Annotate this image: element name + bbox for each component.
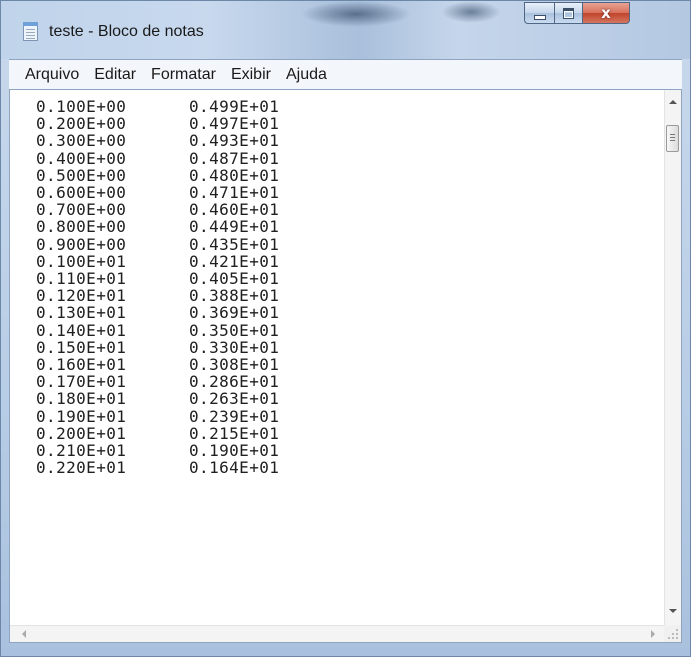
menu-item-formatar[interactable]: Formatar [151, 66, 216, 84]
grip-icon [670, 134, 675, 135]
x-value: 0.210E+01 [36, 441, 127, 460]
y-value: 0.286E+01 [189, 372, 280, 392]
text-line: 0.210E+01 0.190E+01 [36, 441, 279, 460]
x-value: 0.190E+01 [36, 406, 127, 426]
menu-item-editar[interactable]: Editar [94, 66, 136, 84]
y-value: 0.308E+01 [189, 355, 280, 374]
vertical-scrollbar[interactable] [664, 90, 681, 625]
x-value: 0.800E+00 [36, 217, 127, 237]
text-line: 0.140E+01 0.350E+01 [36, 320, 279, 340]
menu-item-exibir[interactable]: Exibir [231, 66, 271, 84]
text-line: 0.170E+01 0.286E+01 [36, 372, 279, 392]
text-line: 0.220E+01 0.164E+01 [36, 458, 279, 478]
y-value: 0.330E+01 [189, 337, 280, 357]
text-area[interactable]: 0.100E+00 0.499E+01 0.200E+00 0.497E+01 0.30… [10, 90, 665, 625]
y-value: 0.215E+01 [189, 423, 280, 443]
y-value: 0.499E+01 [189, 97, 280, 116]
menu-bar: Arquivo Editar Formatar Exibir Ajuda [9, 59, 682, 89]
notepad-icon[interactable] [23, 22, 38, 41]
x-value: 0.150E+01 [36, 337, 127, 357]
x-value: 0.200E+00 [36, 114, 127, 134]
x-value: 0.180E+01 [36, 389, 127, 409]
close-button[interactable]: x [582, 2, 630, 24]
title-bar-glow [441, 1, 501, 23]
resize-corner[interactable] [664, 625, 681, 642]
y-value: 0.493E+01 [189, 131, 280, 151]
text-line: 0.120E+01 0.388E+01 [36, 286, 279, 306]
y-value: 0.239E+01 [189, 406, 280, 426]
menu-item-arquivo[interactable]: Arquivo [25, 66, 79, 84]
text-line: 0.800E+00 0.449E+01 [36, 217, 279, 237]
y-value: 0.435E+01 [189, 234, 280, 254]
menu-item-ajuda[interactable]: Ajuda [286, 66, 327, 84]
x-value: 0.160E+01 [36, 355, 127, 374]
y-value: 0.421E+01 [189, 251, 280, 271]
horizontal-scrollbar[interactable] [10, 625, 665, 642]
resize-grip-icon [676, 637, 678, 639]
text-line: 0.100E+00 0.499E+01 [36, 97, 279, 116]
scroll-right-icon[interactable] [651, 630, 655, 638]
maximize-button[interactable] [554, 2, 583, 24]
y-value: 0.405E+01 [189, 269, 280, 288]
text-editor[interactable]: 0.100E+00 0.499E+01 0.200E+00 0.497E+01 0.30… [9, 89, 682, 643]
title-bar-glow [301, 1, 411, 27]
x-value: 0.900E+00 [36, 234, 127, 254]
maximize-icon [563, 7, 574, 19]
x-value: 0.170E+01 [36, 372, 127, 392]
scroll-thumb[interactable] [666, 125, 679, 152]
text-line: 0.110E+01 0.405E+01 [36, 269, 279, 288]
window-title: teste - Bloco de notas [49, 23, 204, 40]
y-value: 0.480E+01 [189, 165, 280, 185]
close-icon: x [601, 3, 611, 22]
y-value: 0.369E+01 [189, 303, 280, 323]
x-value: 0.200E+01 [36, 423, 127, 443]
text-line: 0.200E+00 0.497E+01 [36, 114, 279, 134]
y-value: 0.460E+01 [189, 200, 280, 220]
y-value: 0.487E+01 [189, 148, 280, 168]
scroll-left-icon[interactable] [22, 630, 26, 638]
scroll-down-icon[interactable] [669, 609, 677, 613]
text-line: 0.200E+01 0.215E+01 [36, 423, 279, 443]
x-value: 0.500E+00 [36, 165, 127, 185]
x-value: 0.100E+00 [36, 97, 127, 116]
x-value: 0.600E+00 [36, 183, 127, 202]
text-line: 0.300E+00 0.493E+01 [36, 131, 279, 151]
text-line: 0.600E+00 0.471E+01 [36, 183, 279, 202]
y-value: 0.471E+01 [189, 183, 280, 202]
y-value: 0.164E+01 [189, 458, 280, 478]
x-value: 0.220E+01 [36, 458, 127, 478]
x-value: 0.100E+01 [36, 251, 127, 271]
y-value: 0.388E+01 [189, 286, 280, 306]
y-value: 0.263E+01 [189, 389, 280, 409]
text-line: 0.900E+00 0.435E+01 [36, 234, 279, 254]
y-value: 0.190E+01 [189, 441, 280, 460]
text-line: 0.700E+00 0.460E+01 [36, 200, 279, 220]
x-value: 0.140E+01 [36, 320, 127, 340]
title-bar[interactable]: teste - Bloco de notas x [1, 1, 690, 59]
text-line: 0.180E+01 0.263E+01 [36, 389, 279, 409]
x-value: 0.400E+00 [36, 148, 127, 168]
x-value: 0.110E+01 [36, 269, 127, 288]
scroll-up-icon[interactable] [669, 100, 677, 104]
text-line: 0.130E+01 0.369E+01 [36, 303, 279, 323]
notepad-window: teste - Bloco de notas x Arquivo Editar Fo… [0, 0, 691, 657]
x-value: 0.130E+01 [36, 303, 127, 323]
minimize-button[interactable] [524, 2, 555, 24]
text-line: 0.100E+01 0.421E+01 [36, 251, 279, 271]
text-line: 0.500E+00 0.480E+01 [36, 165, 279, 185]
text-line: 0.190E+01 0.239E+01 [36, 406, 279, 426]
text-line: 0.150E+01 0.330E+01 [36, 337, 279, 357]
y-value: 0.350E+01 [189, 320, 280, 340]
y-value: 0.497E+01 [189, 114, 280, 134]
text-line: 0.400E+00 0.487E+01 [36, 148, 279, 168]
x-value: 0.120E+01 [36, 286, 127, 306]
y-value: 0.449E+01 [189, 217, 280, 237]
minimize-icon [533, 14, 546, 20]
x-value: 0.300E+00 [36, 131, 127, 151]
text-line: 0.160E+01 0.308E+01 [36, 355, 279, 374]
x-value: 0.700E+00 [36, 200, 127, 220]
